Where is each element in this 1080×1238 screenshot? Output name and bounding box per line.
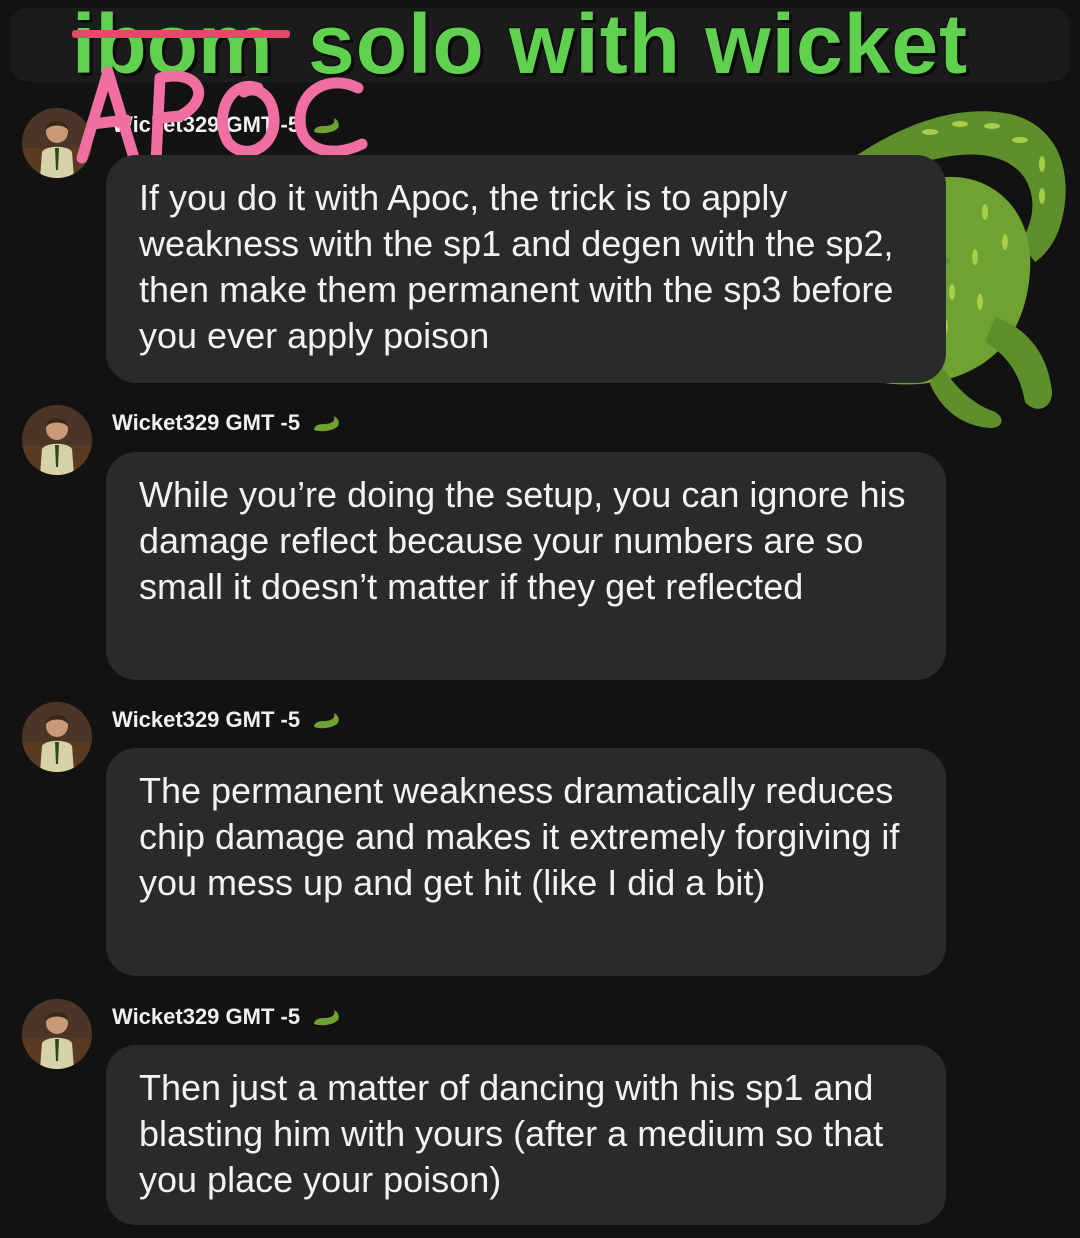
page-title: solo with wicket xyxy=(308,0,969,91)
user-avatar-icon xyxy=(22,702,92,772)
avatar[interactable] xyxy=(22,702,92,772)
message-bubble: If you do it with Apoc, the trick is to … xyxy=(106,155,946,383)
message-author[interactable]: Wicket329 GMT -5 xyxy=(112,410,342,436)
username-text: Wicket329 GMT -5 xyxy=(112,707,301,732)
message-bubble: While you’re doing the setup, you can ig… xyxy=(106,452,946,680)
username-text: Wicket329 GMT -5 xyxy=(112,410,301,435)
message-bubble: Then just a matter of dancing with his s… xyxy=(106,1045,946,1225)
message-author[interactable]: Wicket329 GMT -5 xyxy=(112,707,342,733)
crocodile-icon xyxy=(314,713,340,729)
user-avatar-icon xyxy=(22,999,92,1069)
username-text: Wicket329 GMT -5 xyxy=(112,1004,301,1029)
message-author[interactable]: Wicket329 GMT -5 xyxy=(112,1004,342,1030)
strikethrough-mark xyxy=(72,30,290,38)
crocodile-icon xyxy=(314,1010,340,1026)
message-bubble: The permanent weakness dramatically redu… xyxy=(106,748,946,976)
avatar[interactable] xyxy=(22,999,92,1069)
avatar[interactable] xyxy=(22,405,92,475)
crocodile-icon xyxy=(314,416,340,432)
user-avatar-icon xyxy=(22,405,92,475)
